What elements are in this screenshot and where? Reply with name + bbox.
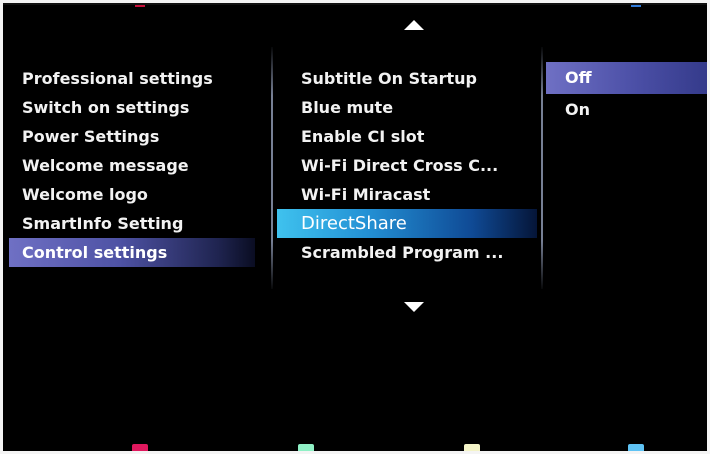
control-settings-list: Subtitle On Startup Blue mute Enable CI …	[277, 64, 537, 267]
scroll-down-arrow-icon[interactable]	[404, 302, 424, 312]
settings-category-list: Professional settings Switch on settings…	[9, 64, 255, 267]
menu-item-scrambled-program[interactable]: Scrambled Program ...	[277, 238, 537, 267]
menu-item-blue-mute[interactable]: Blue mute	[277, 93, 537, 122]
column-divider	[541, 47, 543, 289]
blue-key-indicator	[628, 444, 644, 451]
menu-item-wifi-miracast[interactable]: Wi-Fi Miracast	[277, 180, 537, 209]
green-key-indicator	[298, 444, 314, 451]
menu-item-switch-on-settings[interactable]: Switch on settings	[9, 93, 255, 122]
directshare-options-list: Off On	[546, 62, 707, 126]
menu-item-directshare[interactable]: DirectShare	[277, 209, 537, 238]
menu-item-enable-ci-slot[interactable]: Enable CI slot	[277, 122, 537, 151]
menu-item-power-settings[interactable]: Power Settings	[9, 122, 255, 151]
menu-item-professional-settings[interactable]: Professional settings	[9, 64, 255, 93]
scroll-up-arrow-icon[interactable]	[404, 20, 424, 30]
menu-item-wifi-direct-cross[interactable]: Wi-Fi Direct Cross C...	[277, 151, 537, 180]
red-corner-marker	[135, 5, 145, 7]
tv-settings-screen: Professional settings Switch on settings…	[3, 3, 707, 451]
menu-item-smartinfo-setting[interactable]: SmartInfo Setting	[9, 209, 255, 238]
menu-item-subtitle-on-startup[interactable]: Subtitle On Startup	[277, 64, 537, 93]
menu-item-welcome-message[interactable]: Welcome message	[9, 151, 255, 180]
yellow-key-indicator	[464, 444, 480, 451]
column-divider	[271, 47, 273, 289]
blue-corner-marker	[631, 5, 641, 7]
menu-item-welcome-logo[interactable]: Welcome logo	[9, 180, 255, 209]
red-key-indicator	[132, 444, 148, 451]
option-on[interactable]: On	[546, 94, 707, 126]
menu-item-control-settings[interactable]: Control settings	[9, 238, 255, 267]
option-off[interactable]: Off	[546, 62, 707, 94]
